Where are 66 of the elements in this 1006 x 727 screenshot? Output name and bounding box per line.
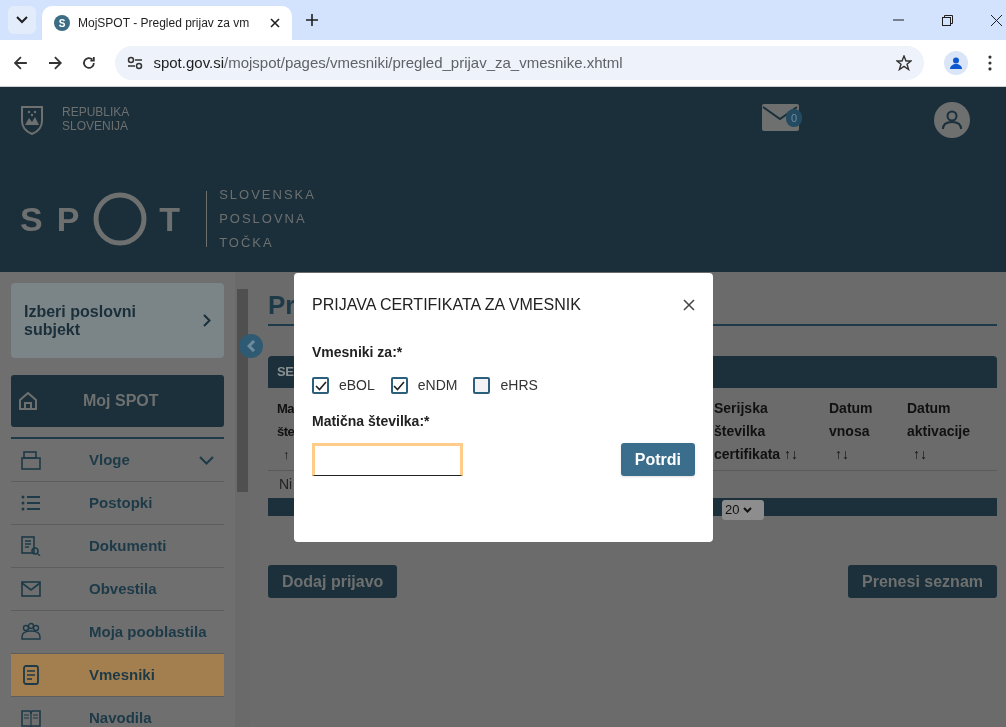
sidebar-item[interactable]: Obvestila [11, 568, 224, 611]
sidebar-item[interactable]: Vloge [11, 439, 224, 482]
checkbox-option[interactable]: eHRS [473, 375, 538, 396]
modal-title: PRIJAVA CERTIFIKATA ZA VMESNIK [312, 295, 581, 315]
new-tab-icon[interactable] [306, 14, 318, 26]
book-icon [21, 708, 41, 727]
folder-icon [21, 450, 41, 470]
action-button[interactable]: Dodaj prijavo [268, 565, 398, 598]
country-name: REPUBLIKA SLOVENIJA [62, 105, 130, 133]
close-icon[interactable] [683, 299, 695, 311]
document-icon [21, 665, 41, 685]
checkbox[interactable] [312, 377, 329, 394]
logo-tagline: SLOVENSKA POSLOVNA TOČKA [219, 186, 316, 252]
checkbox-option[interactable]: eNDM [390, 375, 458, 396]
sidebar-item[interactable]: Vmesniki [11, 654, 224, 697]
back-icon[interactable] [14, 56, 28, 70]
user-avatar[interactable] [934, 102, 970, 138]
chevron-down-icon[interactable] [199, 455, 214, 465]
mail-count-badge: 0 [786, 109, 802, 127]
sidebar-item[interactable]: Navodila [11, 697, 224, 727]
document-search-icon [21, 536, 41, 556]
checkbox[interactable] [473, 377, 491, 394]
url-text: spot.gov.si/mojspot/pages/vmesniki/pregled_prijav_za_vmesnike.xhtml [153, 52, 624, 73]
menu-icon[interactable] [988, 55, 992, 71]
page-title: Pr [268, 290, 296, 320]
field-label: Vmesniki za:* [312, 343, 404, 362]
field-label: Matična številka:* [312, 412, 431, 431]
submit-button[interactable]: Potrdi [620, 443, 695, 476]
column-header[interactable]: Datum vnosa ↑↓ [829, 397, 907, 470]
chevron-right-icon [203, 314, 211, 327]
checkbox-option[interactable]: eBOL [312, 375, 375, 396]
chevron-left-icon [246, 340, 256, 352]
close-icon[interactable] [270, 18, 280, 28]
home-button[interactable]: Moj SPOT [11, 375, 224, 427]
star-icon[interactable] [896, 55, 913, 71]
business-selector[interactable]: Izberi poslovni subjekt [11, 283, 224, 358]
sidebar-item[interactable]: Postopki [11, 482, 224, 525]
chevron-down-icon [743, 507, 753, 513]
forward-icon[interactable] [47, 56, 62, 70]
profile-icon[interactable] [944, 51, 969, 75]
browser-tab[interactable]: S MojSPOT - Pregled prijav za vm [42, 6, 292, 40]
page-size-select[interactable]: 20 [722, 500, 764, 520]
list-icon [21, 493, 41, 513]
sidebar-item[interactable]: Dokumenti [11, 525, 224, 568]
restore-icon[interactable] [942, 15, 953, 26]
close-window-icon[interactable] [991, 15, 1002, 26]
column-header[interactable]: Datum aktivacije ↑↓ [907, 397, 997, 470]
mail-button[interactable]: 0 [762, 104, 802, 134]
action-button[interactable]: Prenesi seznam [848, 565, 997, 598]
table-cell-text: Ni [278, 475, 294, 494]
reload-icon[interactable] [81, 56, 96, 70]
envelope-icon [21, 579, 41, 599]
site-settings-icon[interactable] [127, 56, 144, 70]
checkbox[interactable] [390, 377, 408, 394]
chevron-down-icon [16, 16, 28, 24]
tab-title: MojSPOT - Pregled prijav za vm [78, 15, 251, 32]
home-icon [18, 392, 38, 410]
spot-logo: SP T [20, 192, 195, 246]
panel-title: SE [277, 363, 294, 382]
coat-of-arms-icon [20, 105, 44, 135]
address-bar[interactable]: spot.gov.si/mojspot/pages/vmesniki/pregled_prijav_za_vmesnike.xhtml [115, 46, 925, 80]
people-icon [21, 622, 41, 642]
favicon: S [54, 15, 70, 31]
tab-list-button[interactable] [8, 6, 36, 34]
column-header[interactable]: Serijska številka certifikata ↑↓ [714, 397, 829, 470]
input-field[interactable] [312, 443, 463, 476]
